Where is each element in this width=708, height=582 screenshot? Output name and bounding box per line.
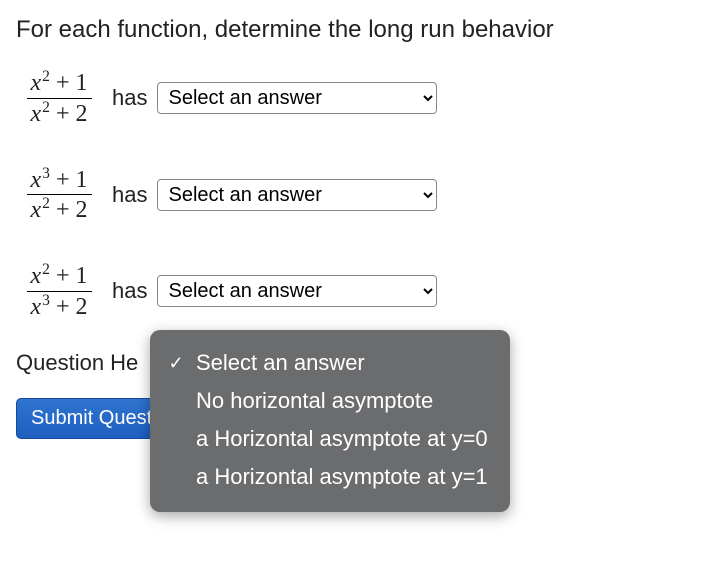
question-row-3: x2 + 1 x3 + 2 has Select an answer — [16, 261, 692, 322]
dropdown-option-no-asymptote[interactable]: No horizontal asymptote — [166, 382, 488, 420]
dropdown-option-y1[interactable]: a Horizontal asymptote at y=1 — [166, 458, 488, 496]
dropdown-option-label: a Horizontal asymptote at y=1 — [196, 464, 488, 490]
question-prompt: For each function, determine the long ru… — [16, 16, 692, 44]
answer-select-2[interactable]: Select an answer — [157, 179, 437, 211]
numerator-2: x3 + 1 — [27, 165, 92, 196]
denominator-3: x3 + 2 — [27, 292, 92, 322]
dropdown-option-label: a Horizontal asymptote at y=0 — [196, 426, 488, 452]
denominator-1: x2 + 2 — [27, 99, 92, 129]
dropdown-option-label: No horizontal asymptote — [196, 388, 433, 414]
fraction-3: x2 + 1 x3 + 2 — [16, 261, 102, 322]
has-label-1: has — [112, 85, 147, 111]
dropdown-option-placeholder[interactable]: ✓ Select an answer — [166, 344, 488, 382]
fraction-2: x3 + 1 x2 + 2 — [16, 165, 102, 226]
answer-select-3[interactable]: Select an answer — [157, 275, 437, 307]
numerator-3: x2 + 1 — [27, 261, 92, 292]
fraction-1: x2 + 1 x2 + 2 — [16, 68, 102, 129]
has-label-3: has — [112, 278, 147, 304]
answer-dropdown-popup: ✓ Select an answer No horizontal asympto… — [150, 330, 510, 512]
has-label-2: has — [112, 182, 147, 208]
dropdown-option-label: Select an answer — [196, 350, 365, 376]
numerator-1: x2 + 1 — [27, 68, 92, 99]
dropdown-option-y0[interactable]: a Horizontal asymptote at y=0 — [166, 420, 488, 458]
question-row-1: x2 + 1 x2 + 2 has Select an answer — [16, 68, 692, 129]
question-row-2: x3 + 1 x2 + 2 has Select an answer — [16, 165, 692, 226]
denominator-2: x2 + 2 — [27, 195, 92, 225]
answer-select-1[interactable]: Select an answer — [157, 82, 437, 114]
check-icon: ✓ — [166, 353, 186, 374]
